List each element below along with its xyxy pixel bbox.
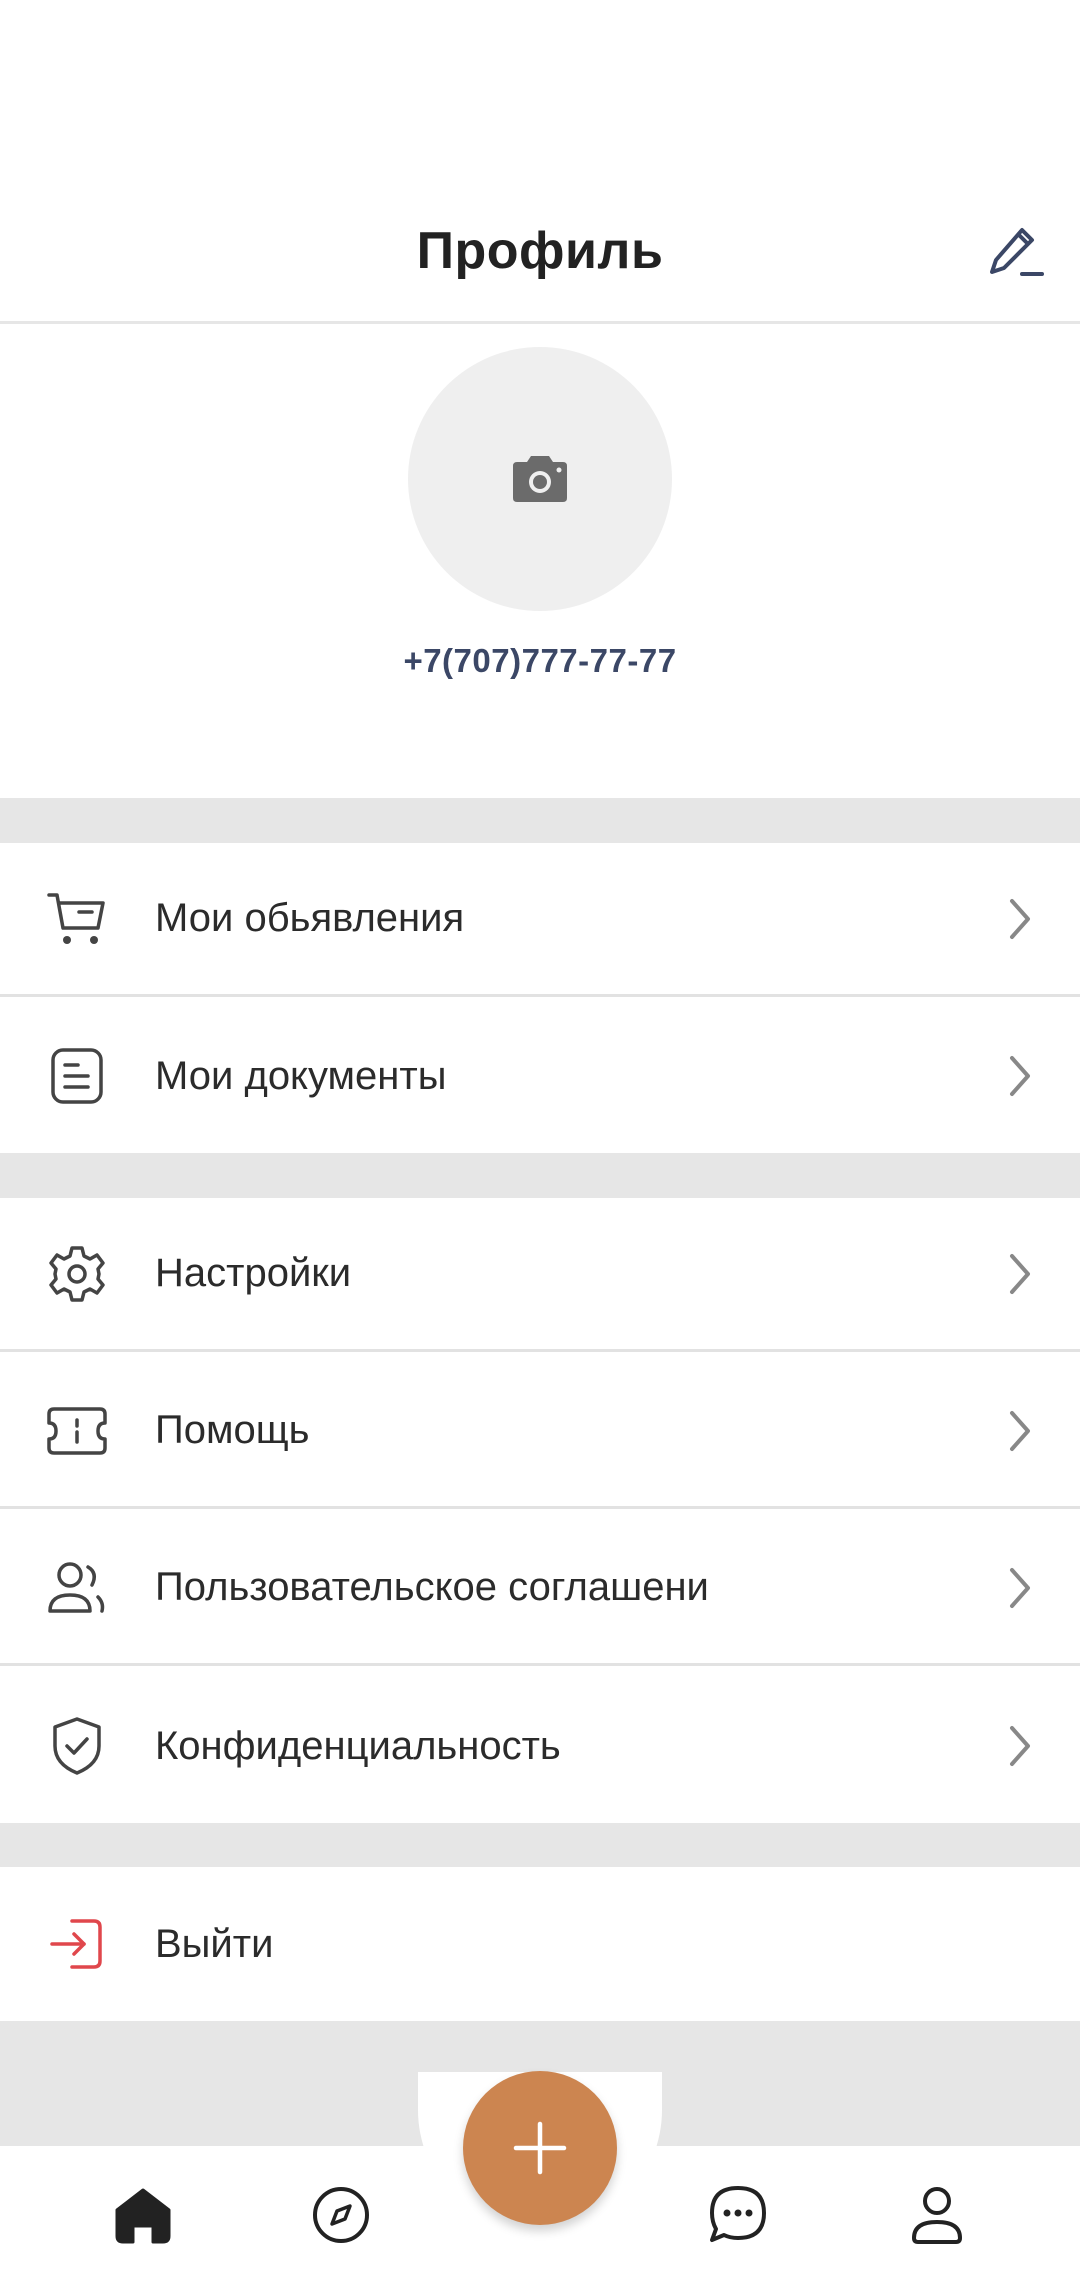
profile-section: +7(707)777-77-77: [0, 327, 1080, 798]
tab-profile[interactable]: [899, 2177, 975, 2253]
chevron-right-icon: [1000, 1558, 1040, 1618]
page-title: Профиль: [416, 221, 664, 280]
menu-item-my-documents[interactable]: Мои документы: [0, 999, 1080, 1153]
chat-icon: [710, 2186, 766, 2242]
chevron-right-icon: [1000, 1244, 1040, 1304]
menu-item-label: Настройки: [155, 1251, 352, 1295]
menu-item-privacy[interactable]: Конфиденциальность: [0, 1669, 1080, 1823]
shield-check-icon: [44, 1713, 110, 1779]
pencil-icon: [990, 228, 1044, 276]
app-header: Профиль: [0, 180, 1080, 324]
edit-profile-button[interactable]: [982, 218, 1050, 286]
menu-item-my-ads[interactable]: Мои обьявления: [0, 843, 1080, 997]
tab-messages[interactable]: [700, 2177, 776, 2253]
chevron-right-icon: [1000, 1716, 1040, 1776]
menu-item-label: Пользовательское соглашени: [155, 1565, 709, 1609]
menu-item-settings[interactable]: Настройки: [0, 1198, 1080, 1352]
add-listing-button[interactable]: [463, 2071, 617, 2225]
status-bar: [0, 0, 1080, 180]
menu-item-label: Выйти: [155, 1921, 274, 1966]
menu-item-label: Мои документы: [155, 1053, 447, 1098]
chevron-right-icon: [1000, 889, 1040, 949]
menu-item-user-agreement[interactable]: Пользовательское соглашени: [0, 1512, 1080, 1666]
document-icon: [44, 1043, 110, 1109]
menu-item-label: Конфиденциальность: [155, 1723, 561, 1768]
menu-item-help[interactable]: Помощь: [0, 1355, 1080, 1509]
logout-button[interactable]: Выйти: [0, 1867, 1080, 2021]
ticket-icon: [44, 1398, 110, 1464]
tab-home[interactable]: [105, 2177, 181, 2253]
menu-item-label: Помощь: [155, 1408, 310, 1452]
chevron-right-icon: [1000, 1401, 1040, 1461]
compass-icon: [313, 2187, 369, 2243]
users-icon: [44, 1555, 110, 1621]
tab-explore[interactable]: [303, 2177, 379, 2253]
gear-icon: [44, 1241, 110, 1307]
menu-item-label: Мои обьявления: [155, 896, 465, 940]
logout-icon: [44, 1911, 110, 1977]
home-icon: [115, 2188, 171, 2244]
phone-number: +7(707)777-77-77: [403, 642, 677, 679]
section-divider: [0, 1153, 1080, 1198]
section-divider: [0, 798, 1080, 843]
section-divider: [0, 1823, 1080, 1867]
plus-icon: [513, 2121, 567, 2175]
profile-icon: [912, 2187, 962, 2244]
avatar-upload[interactable]: [408, 347, 672, 611]
camera-icon: [513, 456, 567, 502]
cart-icon: [44, 886, 110, 952]
chevron-right-icon: [1000, 1046, 1040, 1106]
